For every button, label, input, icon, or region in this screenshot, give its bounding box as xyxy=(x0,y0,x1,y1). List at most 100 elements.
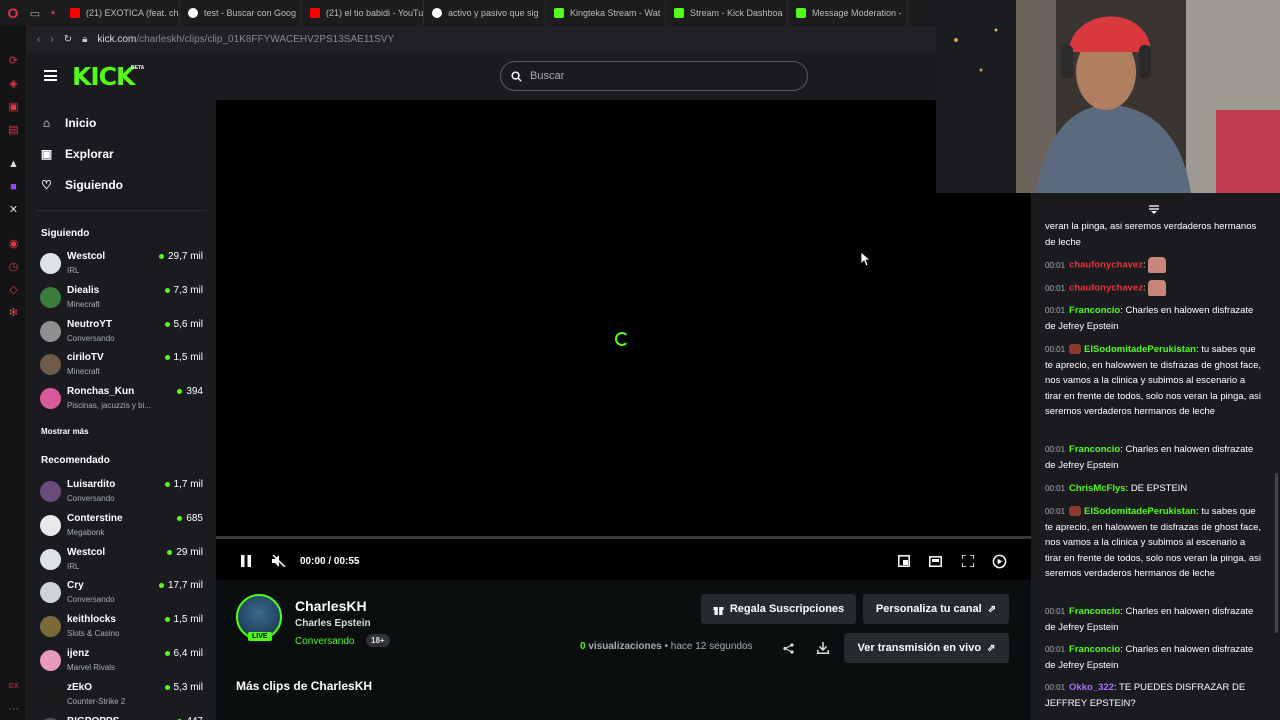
divider xyxy=(37,210,207,211)
channel-row[interactable]: keithlocks Slots & Casino 1,5 mil xyxy=(40,614,203,644)
chat-username[interactable]: ChrisMcFlys xyxy=(1069,483,1126,494)
channel-name: BIGPOPPS xyxy=(67,716,119,720)
channel-row[interactable]: ijenz Marvel Rivals 6,4 mil xyxy=(40,648,203,678)
progress-bar[interactable] xyxy=(216,536,1031,539)
twitch-icon[interactable]: ■ xyxy=(7,180,20,193)
search-bar[interactable] xyxy=(500,61,808,91)
channel-name[interactable]: CharlesKH xyxy=(295,598,367,614)
pinned-tab-icon[interactable]: ▪ xyxy=(44,0,62,26)
webcam-overlay xyxy=(936,0,1280,193)
tab-menu-icon[interactable]: ▭ xyxy=(26,0,44,26)
channel-row[interactable]: Cry Conversando 17,7 mil xyxy=(40,580,203,610)
gift-button-label: Regala Suscripciones xyxy=(729,603,845,615)
viewer-count: 1,5 mil xyxy=(164,352,203,363)
chat-message: veran la pinga, asi seremos verdaderos h… xyxy=(1045,219,1263,250)
collapse-chat-icon[interactable] xyxy=(1149,205,1159,215)
nav-home[interactable]: ⌂ Inicio xyxy=(40,116,96,130)
miniplayer-button[interactable] xyxy=(897,552,910,570)
channel-name: Westcol xyxy=(67,546,106,558)
browser-tab[interactable]: Kingteka Stream - Wat xyxy=(546,0,666,26)
customize-channel-button[interactable]: Personaliza tu canal ⇗ xyxy=(863,594,1009,624)
search-input[interactable] xyxy=(530,70,780,82)
url-field[interactable]: kick.com/charleskh/clips/clip_01K8FFYWAC… xyxy=(97,34,394,45)
show-more-link[interactable]: Mostrar más xyxy=(41,427,89,436)
back-icon[interactable]: ‹ xyxy=(37,34,40,45)
mail-icon[interactable]: ▤ xyxy=(7,123,20,136)
browser-tab[interactable]: (21) EXOTICA (feat. cha xyxy=(62,0,180,26)
share-icon xyxy=(782,642,794,654)
browser-tab[interactable]: test - Buscar con Goog xyxy=(180,0,302,26)
following-heading: Siguiendo xyxy=(41,228,90,239)
settings-gear-icon xyxy=(992,554,1006,568)
nav-label: Explorar xyxy=(65,147,114,161)
kick-logo[interactable]: KICK xyxy=(72,62,135,91)
viewer-count-value: 1,5 mil xyxy=(173,614,203,626)
nav-explore[interactable]: ▣ Explorar xyxy=(40,147,114,161)
clock-icon[interactable]: ◷ xyxy=(7,260,20,273)
download-button[interactable] xyxy=(816,641,830,655)
browser-tab[interactable]: Message Moderation - xyxy=(788,0,908,26)
chat-username[interactable]: Franconcio xyxy=(1069,644,1120,655)
opera-logo-icon[interactable]: O xyxy=(0,0,26,26)
lock-icon: 🔒︎ xyxy=(82,33,88,45)
viewer-count-value: 6,4 mil xyxy=(173,648,203,659)
browser-tab[interactable]: (21) el tio babidi - YouTu xyxy=(302,0,424,26)
heart-icon: ♡ xyxy=(41,178,52,192)
history-icon[interactable]: ⟳ xyxy=(7,54,20,67)
channel-row[interactable]: BIGPOPPS 447 xyxy=(40,716,203,720)
channel-row[interactable]: Westcol IRL 29,7 mil xyxy=(40,251,203,281)
browser-tab[interactable]: activo y pasivo que sig xyxy=(424,0,546,26)
bag-icon[interactable]: ◈ xyxy=(7,77,20,90)
chat-username[interactable]: ElSodomitadePerukistan xyxy=(1084,344,1196,355)
channel-row[interactable]: Conterstine Megabonk 685 xyxy=(40,513,203,543)
category-link[interactable]: Conversando xyxy=(295,636,354,647)
chat-username[interactable]: Franconcio xyxy=(1069,444,1120,455)
channel-row[interactable]: NeutroYT Conversando 5,6 mil xyxy=(40,319,203,349)
gx-icon[interactable]: GX xyxy=(7,680,20,693)
muted-speaker-icon xyxy=(272,555,286,567)
video-player[interactable]: 00:00 / 00:55 xyxy=(216,100,1031,580)
fullscreen-button[interactable] xyxy=(961,552,974,570)
url-host: kick.com xyxy=(97,33,137,45)
chat-username[interactable]: ElSodomitadePerukistan xyxy=(1084,506,1196,517)
chat-username[interactable]: chaufonychavez xyxy=(1069,283,1143,294)
customize-button-label: Personaliza tu canal xyxy=(875,603,982,615)
channel-row[interactable]: Diealis Minecraft 7,3 mil xyxy=(40,285,203,315)
viewer-count: 29,7 mil xyxy=(158,251,203,262)
chat-username[interactable]: Okko_322 xyxy=(1069,682,1114,693)
chat-username[interactable]: chaufonychavez xyxy=(1069,260,1143,271)
chat-username[interactable]: Franconcio xyxy=(1069,606,1120,617)
chat-username[interactable]: Franconcio xyxy=(1069,305,1120,316)
channel-row[interactable]: Westcol IRL 29 mil xyxy=(40,547,203,577)
cube-icon[interactable]: ◇ xyxy=(7,283,20,296)
more-icon[interactable]: ··· xyxy=(7,702,20,715)
channel-category: Piscinas, jacuzzis y bi... xyxy=(67,401,152,411)
channel-avatar xyxy=(40,253,61,274)
nav-following[interactable]: ♡ Siguiendo xyxy=(40,178,123,192)
reload-icon[interactable]: ↻ xyxy=(64,34,72,45)
channel-row[interactable]: Luisardito Conversando 1,7 mil xyxy=(40,479,203,509)
player-icon[interactable]: ◉ xyxy=(7,237,20,250)
live-dot-icon xyxy=(164,287,170,293)
watch-live-button[interactable]: Ver transmisión en vivo ⇗ xyxy=(844,633,1009,663)
aria-icon[interactable]: ▲ xyxy=(7,157,20,170)
tab-label: Kingteka Stream - Wat xyxy=(570,8,661,18)
settings-button[interactable] xyxy=(991,552,1007,570)
clip-title: Charles Epstein xyxy=(295,618,371,629)
settings-icon[interactable]: ✻ xyxy=(7,306,20,319)
chat-scrollbar[interactable] xyxy=(1275,473,1278,633)
x-icon[interactable]: ✕ xyxy=(7,203,20,216)
menu-icon[interactable] xyxy=(44,70,57,81)
pause-button[interactable] xyxy=(240,552,252,570)
browser-tab[interactable]: Stream - Kick Dashboa xyxy=(666,0,788,26)
theater-mode-button[interactable] xyxy=(929,552,942,570)
channel-row[interactable]: ciriloTV Minecraft 1,5 mil xyxy=(40,352,203,382)
forward-icon[interactable]: › xyxy=(50,34,53,45)
channel-row[interactable]: zEkO Counter-Strike 2 5,3 mil xyxy=(40,682,203,712)
gift-subs-button[interactable]: Regala Suscripciones xyxy=(701,594,856,624)
mute-button[interactable] xyxy=(272,552,286,570)
channel-row[interactable]: Ronchas_Kun Piscinas, jacuzzis y bi... 394 xyxy=(40,386,203,416)
channel-category: Marvel Rivals xyxy=(67,663,116,672)
chat-icon[interactable]: ▣ xyxy=(7,100,20,113)
share-button[interactable] xyxy=(781,641,795,655)
